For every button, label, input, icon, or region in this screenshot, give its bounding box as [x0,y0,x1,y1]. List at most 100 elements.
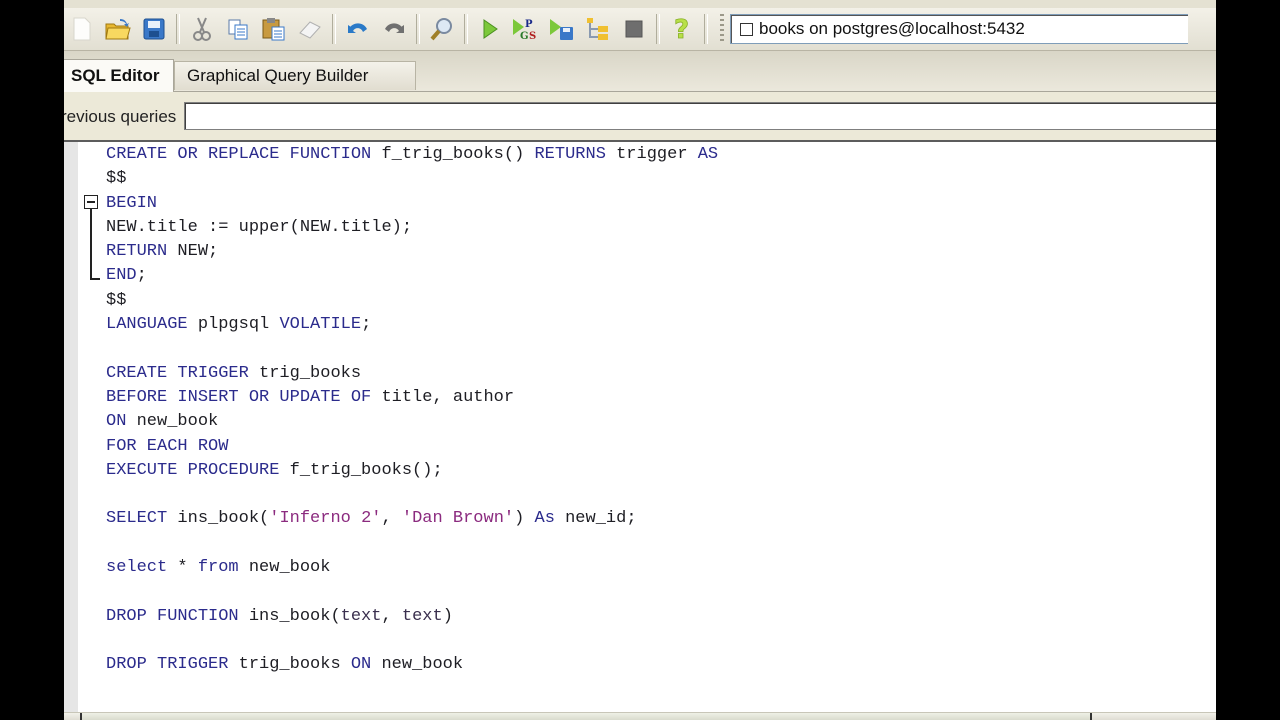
sql-keyword: CREATE OR REPLACE FUNCTION [106,145,372,164]
sql-identifier: * [167,558,198,578]
cancel-button[interactable] [617,12,651,46]
explain-tree-icon [587,18,608,40]
code-line[interactable]: END; [106,264,1216,288]
help-button[interactable]: ? [665,12,699,46]
fold-collapse-icon[interactable] [84,195,98,209]
code-line[interactable]: FOR EACH ROW [106,435,1216,459]
toolbar-separator [176,14,180,44]
undo-button[interactable] [341,12,375,46]
sql-keyword: LANGUAGE [106,315,188,335]
sql-identifier: new_id; [554,509,637,529]
sql-keyword: FOR EACH ROW [106,436,229,456]
sql-identifier: trig_books [228,655,351,675]
code-line[interactable]: BEGIN [106,192,1216,216]
save-file-button[interactable] [137,12,171,46]
editor-margin [64,142,78,712]
svg-text:S: S [529,31,536,42]
paste-icon [262,18,285,41]
code-line[interactable]: SELECT ins_book('Inferno 2', 'Dan Brown'… [106,507,1216,531]
code-line[interactable]: DROP TRIGGER trig_books ON new_book [106,653,1216,677]
svg-text:P: P [525,19,533,30]
code-line[interactable] [106,629,1216,653]
toolbar-grip[interactable] [720,14,724,44]
execute-button[interactable] [473,12,507,46]
sql-keyword: END [106,266,137,286]
new-file-button[interactable] [65,12,99,46]
sql-identifier: trig_books [248,363,362,383]
code-line[interactable]: NEW.title := upper(NEW.title); [106,216,1216,240]
clear-button[interactable] [293,12,327,46]
sql-identifier: ins_book( [238,606,341,626]
svg-text:?: ? [674,15,689,43]
sql-type: text [401,606,443,626]
code-line[interactable]: select * from new_book [106,556,1216,580]
sql-identifier: , [381,509,402,529]
sql-identifier: title, author [371,387,515,407]
paste-button[interactable] [257,12,291,46]
sql-identifier: plpgsql [187,315,280,335]
toolbar-separator [464,14,468,44]
sql-keyword: from [197,558,239,578]
stop-icon [625,20,643,38]
code-line[interactable] [106,483,1216,507]
code-line[interactable]: DROP FUNCTION ins_book(text, text) [106,605,1216,629]
sql-keyword: DROP FUNCTION [106,606,239,626]
code-line[interactable]: RETURN NEW; [106,240,1216,264]
horizontal-scrollbar[interactable] [64,712,1216,720]
code-line[interactable]: CREATE OR REPLACE FUNCTION f_trig_books(… [106,143,1216,167]
sql-identifier: trigger [605,145,698,164]
explain-button[interactable] [581,12,615,46]
copy-button[interactable] [221,12,255,46]
redo-icon [385,23,404,33]
previous-queries-select[interactable] [184,102,1216,130]
code-line[interactable]: CREATE TRIGGER trig_books [106,362,1216,386]
scrollbar-thumb[interactable] [80,713,1090,720]
connection-checkbox-icon [740,22,753,36]
cut-button[interactable] [185,12,219,46]
sql-identifier: f_trig_books(); [279,460,443,480]
sql-keyword: RETURN [106,242,168,262]
redo-button[interactable] [377,12,411,46]
sql-keyword: ON [350,655,372,675]
tab-graphical-query-builder[interactable]: Graphical Query Builder [174,61,416,90]
code-line[interactable]: LANGUAGE plpgsql VOLATILE; [106,313,1216,337]
eraser-icon [299,21,321,39]
code-area[interactable]: CREATE OR REPLACE FUNCTION f_trig_books(… [106,142,1216,678]
sql-identifier: ins_book( [167,509,270,529]
code-line[interactable]: $$ [106,289,1216,313]
sql-identifier: f_trig_books() [371,145,535,164]
open-file-button[interactable] [101,12,135,46]
undo-icon [348,23,367,33]
magnifier-icon [430,18,452,41]
sql-identifier: new_book [126,412,219,432]
connection-select[interactable]: books on postgres@localhost:5432 [730,14,1188,44]
code-line[interactable]: BEFORE INSERT OR UPDATE OF title, author [106,386,1216,410]
sql-keyword: SELECT [106,509,168,529]
sql-keyword: BEGIN [106,193,158,213]
previous-queries-bar: revious queries [64,92,1216,142]
sql-keyword: EXECUTE PROCEDURE [106,460,280,480]
sql-keyword: As [534,509,555,529]
sql-identifier: ; [361,315,372,335]
code-line[interactable] [106,532,1216,556]
execute-to-file-button[interactable] [545,12,579,46]
new-document-icon [73,17,91,41]
sql-keyword: DROP TRIGGER [106,655,229,675]
code-line[interactable] [106,580,1216,604]
svg-text:G: G [520,31,529,42]
query-tool-window: PGS ? books on postgres@localhost:5432 G… [64,0,1216,720]
tab-sql-editor[interactable]: SQL Editor [64,59,174,92]
toolbar-separator [332,14,336,44]
editor-tabs: Graphical Query Builder SQL Editor [64,51,1216,92]
code-line[interactable]: EXECUTE PROCEDURE f_trig_books(); [106,459,1216,483]
toolbar-separator [656,14,660,44]
find-button[interactable] [425,12,459,46]
code-line[interactable]: $$ [106,167,1216,191]
sql-string: 'Inferno 2' [269,509,382,529]
code-line[interactable]: ON new_book [106,410,1216,434]
sql-editor[interactable]: CREATE OR REPLACE FUNCTION f_trig_books(… [64,142,1216,712]
sql-identifier: new_book [371,655,464,675]
execute-pgscript-button[interactable]: PGS [509,12,543,46]
sql-keyword: select [106,558,168,578]
code-line[interactable] [106,337,1216,361]
